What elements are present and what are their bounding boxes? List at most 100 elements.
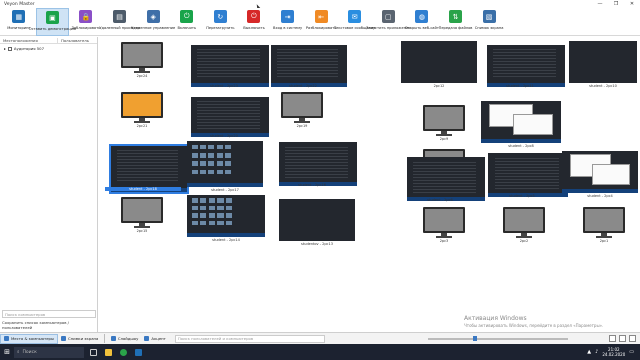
computers-icon — [4, 336, 9, 341]
computer-tile[interactable]: student - 2pc5 — [482, 149, 569, 198]
browser-icon[interactable] — [117, 345, 129, 359]
toolbar-button-label: Заблокировать — [71, 26, 101, 30]
toolbar-button-website[interactable]: ◍ Открыть веб-сайт — [405, 8, 439, 36]
network-icon[interactable]: ▲ — [587, 349, 591, 355]
toolbar-button-power-on[interactable]: ⏻ Включить — [170, 8, 204, 36]
screen-thumbnail — [562, 151, 638, 193]
settings-button[interactable] — [629, 335, 636, 342]
notifications-icon[interactable]: ▭ — [629, 349, 634, 355]
watermark-text: Чтобы активировать Windows, перейдите в … — [464, 323, 604, 328]
remote-view-icon: ▤ — [113, 10, 127, 23]
toolbar-button-remote-view[interactable]: ▤ Удаленный просмотр — [99, 8, 140, 36]
computer-name: student - 2pc16 — [298, 183, 326, 187]
computer-name: 2pc24 — [136, 73, 148, 78]
remote-control-icon: ◈ — [146, 10, 160, 23]
monitor-icon — [121, 92, 163, 123]
file-explorer-icon[interactable] — [102, 345, 114, 359]
screenshot-icon: ▧ — [482, 10, 496, 23]
computer-tile[interactable]: student - 2pc23 — [185, 41, 270, 88]
computer-tile[interactable]: student - 2pc6 — [401, 153, 486, 202]
computer-tile[interactable]: 2pc21 — [119, 92, 165, 128]
clock[interactable]: 21:02 24.02.2020 — [602, 347, 625, 357]
toolbar-button-remote-control[interactable]: ◈ Удаленное управление — [131, 8, 175, 36]
room-checkbox[interactable] — [7, 46, 12, 51]
computer-sidebar: Местоположения Пользователь ▸ Аудитория … — [0, 37, 98, 332]
computer-tile[interactable]: 2pc3 — [421, 207, 467, 243]
power-on-icon: ⏻ — [180, 10, 194, 23]
screen-thumbnail — [187, 141, 263, 187]
toolbar-button-message[interactable]: ✉ Текстовое сообщение — [334, 8, 376, 36]
user-computer-search-input[interactable]: Поиск пользователей и компьютеров — [174, 334, 325, 343]
computer-tile[interactable]: student - 2pc20 — [185, 93, 270, 138]
computer-tile[interactable]: 2pc12 — [401, 41, 477, 88]
computer-tile[interactable]: 2pc2 — [501, 207, 547, 243]
computer-tile[interactable]: 2pc1 — [581, 207, 627, 243]
website-icon: ◍ — [415, 10, 429, 23]
places-label: Места & компьютеры — [11, 336, 54, 341]
computer-tile[interactable]: student - 2pc10 — [569, 41, 637, 88]
volume-icon[interactable]: ♪ — [595, 349, 598, 355]
computer-tile[interactable]: student - 2pc4 — [562, 151, 638, 198]
monitor-icon — [423, 207, 465, 238]
computer-tile[interactable]: studentov - 2pc13 — [279, 199, 355, 246]
toolbar-button-label: Вход в систему — [272, 26, 303, 30]
slideshow-icon — [110, 336, 116, 341]
toolbar-button-label: Открыть веб-сайт — [404, 26, 439, 30]
computer-tile[interactable]: student - 2pc14 — [187, 195, 265, 242]
system-tray: ▲ ♪ 21:02 24.02.2020 ▭ — [587, 344, 634, 360]
auto-arrange-button[interactable] — [619, 335, 626, 342]
zoom-slider-handle[interactable] — [472, 336, 477, 341]
toolbar-button-screen-share[interactable]: ▣ Оставить демонстрацию — [29, 8, 76, 36]
veyon-app-icon[interactable] — [132, 345, 144, 359]
search-icon: ⌕ — [17, 350, 20, 355]
toolbar-button-power-off[interactable]: ⏻ Выключить — [237, 8, 271, 36]
windows-start-icon[interactable]: ⊞ — [0, 344, 14, 360]
toolbar-button-login[interactable]: ⇥ Вход в систему — [271, 8, 305, 36]
screen-thumbnail — [187, 195, 265, 237]
column-user[interactable]: Пользователь — [58, 38, 89, 43]
toolbar-button-monitor-grid[interactable]: ▦ Мониторинг — [2, 8, 36, 36]
computer-name: 2pc3 — [439, 238, 449, 243]
toolbar-button-logout[interactable]: ⇤ Разблокировать — [304, 8, 338, 36]
fit-view-button[interactable] — [609, 335, 616, 342]
computer-tile[interactable]: student - 2pc22 — [265, 41, 348, 88]
computer-name: student - 2pc20 — [210, 134, 238, 138]
toolbar-button-label: Включить — [177, 26, 197, 30]
computer-tile[interactable]: student - 2pc18 — [105, 141, 190, 194]
computer-tile[interactable]: student - 2pc11 — [481, 41, 566, 88]
column-computers[interactable]: Местоположения — [0, 37, 58, 43]
slideshow-button[interactable]: Слайдшоу — [108, 334, 142, 344]
expand-arrow-icon[interactable]: ▸ — [4, 46, 6, 51]
maximize-button[interactable]: ❐ — [608, 0, 624, 8]
toolbar-button-reboot[interactable]: ↻ Перезагрузить — [204, 8, 238, 36]
screen-thumbnail — [407, 157, 486, 202]
toolbar-button-file-transfer[interactable]: ⇅ Передача файлов — [439, 8, 472, 36]
computer-tile[interactable]: 2pc9 — [421, 105, 467, 141]
computer-name: student - 2pc22 — [289, 84, 317, 88]
screenshots-tab[interactable]: Снимки экрана — [58, 334, 101, 344]
computer-tile[interactable]: student - 2pc8 — [481, 101, 561, 148]
toolbar-button-lock[interactable]: 🔒 Заблокировать — [69, 8, 103, 36]
zoom-slider[interactable] — [428, 336, 568, 341]
computer-search-input[interactable]: Поиск компьютеров — [2, 310, 96, 318]
taskbar-search[interactable]: ⌕ Поиск — [14, 346, 84, 358]
monitor-icon — [121, 42, 163, 73]
close-button[interactable]: ✕ — [624, 0, 640, 8]
task-view-icon[interactable] — [87, 345, 99, 359]
toolbar-button-label: Удаленное управление — [131, 26, 176, 30]
save-list-button[interactable]: Сохранить список компьютеров / пользоват… — [2, 320, 97, 330]
computer-tile[interactable]: student - 2pc17 — [187, 141, 263, 192]
places-tab[interactable]: Места & компьютеры — [0, 333, 58, 344]
computer-tile[interactable]: student - 2pc16 — [273, 138, 358, 187]
computer-tile[interactable]: 2pc15 — [119, 197, 165, 233]
tree-item-room[interactable]: ▸ Аудитория 507 — [0, 44, 97, 51]
minimize-button[interactable]: — — [592, 0, 608, 8]
sidebar-header: Местоположения Пользователь — [0, 37, 97, 44]
computer-tile[interactable]: 2pc19 — [279, 92, 325, 128]
spotlight-button[interactable]: Акцент — [141, 334, 169, 344]
toolbar-button-app-launch[interactable]: ▢ Запустить приложения — [366, 8, 411, 36]
screen-thumbnail — [279, 142, 358, 187]
toolbar-button-screenshot[interactable]: ▧ Снимок экрана — [472, 8, 506, 36]
computer-tile[interactable]: 2pc24 — [119, 42, 165, 78]
computer-name: student - 2pc10 — [589, 84, 617, 88]
